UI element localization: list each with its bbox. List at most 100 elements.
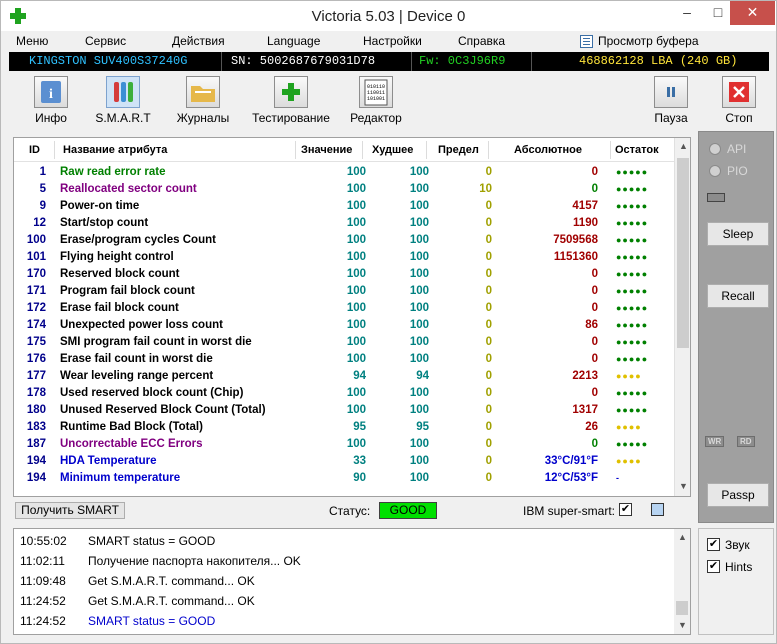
table-row[interactable]: 5 Reallocated sector count 100 100 10 0 ●●●●●: [14, 181, 674, 198]
table-row[interactable]: 171 Program fail block count 100 100 0 0 ●●●●●: [14, 283, 674, 300]
table-row[interactable]: 183 Runtime Bad Block (Total) 95 95 0 26 ●●●●: [14, 419, 674, 436]
table-row[interactable]: 194 Minimum temperature 90 100 0 12°C/53°F -: [14, 470, 674, 487]
log-message: SMART status = GOOD: [88, 534, 216, 548]
menu-service[interactable]: Сервис: [85, 34, 126, 48]
passp-button[interactable]: Passp: [707, 483, 769, 507]
row-worst: 100: [409, 387, 429, 399]
api-label: API: [727, 142, 747, 156]
table-row[interactable]: 175 SMI program fail count in worst die 10…: [14, 334, 674, 351]
minimize-button[interactable]: –: [672, 1, 702, 25]
menu-actions[interactable]: Действия: [172, 34, 225, 48]
journals-button[interactable]: Журналы: [161, 76, 245, 130]
smart-button[interactable]: S.M.A.R.T: [81, 76, 165, 130]
row-health: ●●●●●: [616, 201, 649, 211]
header-name[interactable]: Название атрибута: [63, 144, 167, 156]
table-row[interactable]: 101 Flying height control 100 100 0 1151360 ●●…: [14, 249, 674, 266]
indicator-box: [707, 193, 725, 202]
header-raw[interactable]: Абсолютное: [514, 144, 582, 156]
row-health: ●●●●●: [616, 286, 649, 296]
stop-button[interactable]: Стоп: [697, 76, 777, 130]
color-indicator[interactable]: [651, 503, 664, 516]
menu-help[interactable]: Справка: [458, 34, 505, 48]
row-raw: 86: [585, 319, 598, 331]
row-id: 177: [26, 370, 46, 382]
table-row[interactable]: 172 Erase fail block count 100 100 0 0 ●●●●●: [14, 300, 674, 317]
table-row[interactable]: 194 HDA Temperature 33 100 0 33°C/91°F ●●●●: [14, 453, 674, 470]
sleep-button[interactable]: Sleep: [707, 222, 769, 246]
log-time: 10:55:02: [20, 534, 67, 548]
row-id: 183: [26, 421, 46, 433]
editor-button[interactable]: 010110 110011 101001 Редактор: [334, 76, 418, 130]
svg-text:101001: 101001: [367, 96, 385, 102]
menu-settings[interactable]: Настройки: [363, 34, 422, 48]
title-bar: Victoria 5.03 | Device 0 – □ ✕: [1, 1, 776, 31]
table-row[interactable]: 180 Unused Reserved Block Count (Total) 10…: [14, 402, 674, 419]
recall-button[interactable]: Recall: [707, 284, 769, 308]
table-row[interactable]: 174 Unexpected power loss count 100 100 0 86 ●…: [14, 317, 674, 334]
row-name: Erase fail block count: [60, 302, 179, 314]
row-name: Power-on time: [60, 200, 140, 212]
table-row[interactable]: 1 Raw read error rate 100 100 0 0 ●●●●●: [14, 164, 674, 181]
header-id[interactable]: ID: [29, 144, 40, 156]
row-raw: 12°C/53°F: [544, 472, 598, 484]
scroll-up-arrow[interactable]: ▲: [675, 138, 690, 155]
table-row[interactable]: 9 Power-on time 100 100 0 4157 ●●●●●: [14, 198, 674, 215]
menu-language[interactable]: Language: [267, 34, 320, 48]
row-id: 187: [26, 438, 46, 450]
get-smart-button[interactable]: Получить SMART: [15, 502, 125, 519]
row-worst: 100: [409, 234, 429, 246]
row-value: 90: [353, 472, 366, 484]
row-health: ●●●●●: [616, 439, 649, 449]
header-worst[interactable]: Худшее: [372, 144, 413, 156]
options-panel: ✔ Звук ✔ Hints: [698, 528, 774, 635]
row-threshold: 0: [485, 251, 492, 263]
scroll-up-arrow[interactable]: ▲: [674, 529, 690, 546]
table-row[interactable]: 187 Uncorrectable ECC Errors 100 100 0 0 ●●●●●: [14, 436, 674, 453]
device-info-bar: KINGSTON SUV400S37240G SN: 5002687679031…: [9, 52, 769, 71]
table-scrollbar[interactable]: ▲ ▼: [674, 138, 690, 496]
row-value: 100: [346, 251, 366, 263]
row-health: ●●●●●: [616, 235, 649, 245]
ibm-super-smart-checkbox[interactable]: ✔: [619, 503, 632, 516]
maximize-button[interactable]: □: [703, 1, 733, 25]
log-message: SMART status = GOOD: [88, 614, 216, 628]
row-health: ●●●●: [616, 422, 642, 432]
log-time: 11:09:48: [20, 574, 66, 588]
editor-label: Редактор: [350, 111, 402, 125]
row-value: 100: [346, 217, 366, 229]
table-row[interactable]: 170 Reserved block count 100 100 0 0 ●●●●●: [14, 266, 674, 283]
row-health: ●●●●●: [616, 269, 649, 279]
header-threshold[interactable]: Предел: [438, 144, 479, 156]
log-scrollbar[interactable]: ▲ ▼: [674, 529, 690, 634]
row-value: 100: [346, 200, 366, 212]
scroll-thumb[interactable]: [676, 601, 688, 615]
table-row[interactable]: 176 Erase fail count in worst die 100 100 0 0…: [14, 351, 674, 368]
scroll-down-arrow[interactable]: ▼: [674, 617, 690, 634]
scroll-thumb[interactable]: [677, 158, 689, 348]
table-row[interactable]: 12 Start/stop count 100 100 0 1190 ●●●●●: [14, 215, 674, 232]
pio-label: PIO: [727, 164, 748, 178]
row-value: 100: [346, 234, 366, 246]
hints-checkbox[interactable]: ✔: [707, 560, 720, 573]
row-raw: 26: [585, 421, 598, 433]
row-threshold: 0: [485, 455, 492, 467]
row-raw: 2213: [572, 370, 598, 382]
sound-checkbox[interactable]: ✔: [707, 538, 720, 551]
header-value[interactable]: Значение: [301, 144, 352, 156]
close-window-button[interactable]: ✕: [730, 1, 775, 25]
menu-main[interactable]: Меню: [16, 34, 48, 48]
testing-button[interactable]: Тестирование: [249, 76, 333, 130]
scroll-down-arrow[interactable]: ▼: [675, 478, 690, 495]
header-health[interactable]: Остаток: [615, 144, 659, 156]
table-row[interactable]: 100 Erase/program cycles Count 100 100 0 7509…: [14, 232, 674, 249]
pio-radio[interactable]: [709, 165, 721, 177]
row-worst: 100: [409, 455, 429, 467]
row-threshold: 0: [485, 234, 492, 246]
header-separator: [362, 141, 363, 159]
menu-buffer-view[interactable]: Просмотр буфера: [598, 34, 699, 48]
api-radio[interactable]: [709, 143, 721, 155]
table-row[interactable]: 177 Wear leveling range percent 94 94 0 2213 ●…: [14, 368, 674, 385]
table-row[interactable]: 178 Used reserved block count (Chip) 100 10…: [14, 385, 674, 402]
row-threshold: 0: [485, 166, 492, 178]
row-health: ●●●●●: [616, 167, 649, 177]
